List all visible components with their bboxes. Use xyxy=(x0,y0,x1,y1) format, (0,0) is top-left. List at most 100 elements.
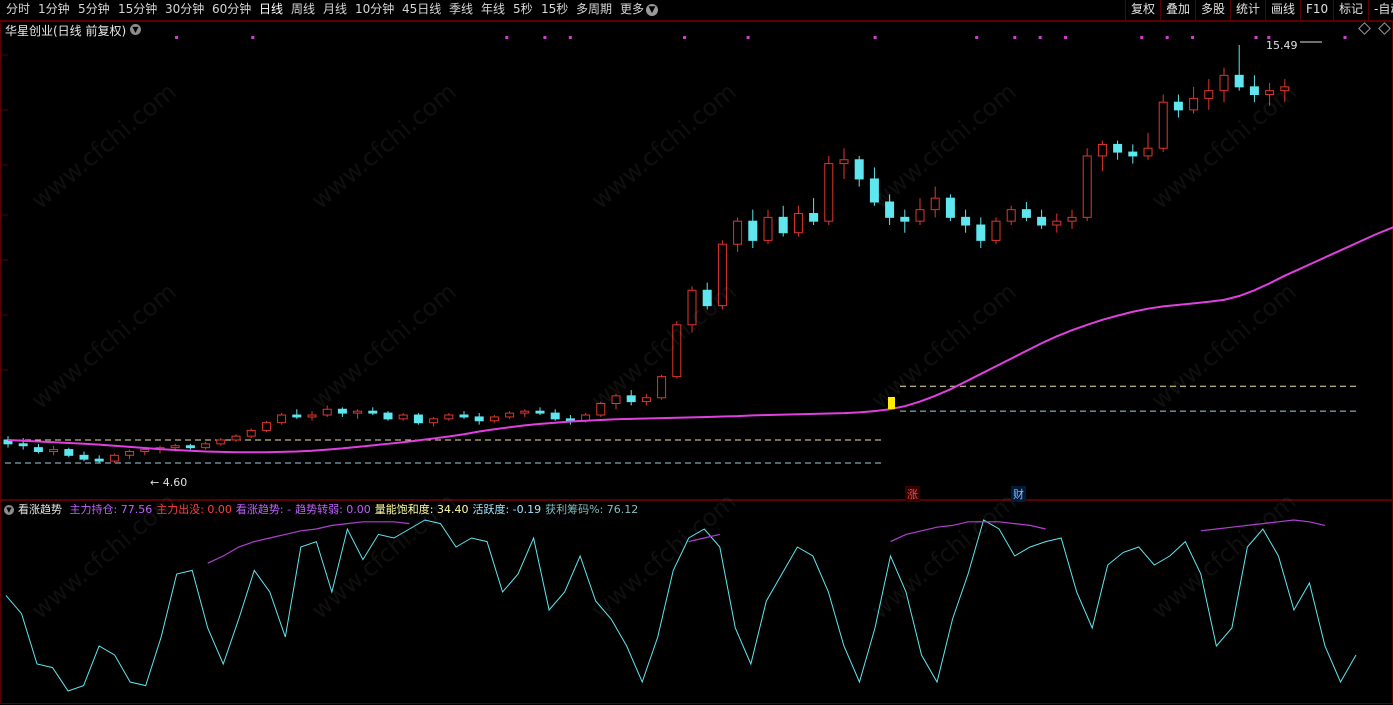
candle-body xyxy=(930,197,940,211)
signal-dot xyxy=(568,36,572,39)
indicator-value: 趋势转弱: 0.00 xyxy=(295,503,371,516)
signal-dot xyxy=(175,36,179,39)
candle-body xyxy=(778,216,788,234)
candle-body xyxy=(64,449,74,456)
candle-body xyxy=(520,410,530,414)
indicator-value: 看涨趋势: - xyxy=(235,503,292,516)
candle-body xyxy=(18,443,28,447)
candle-body xyxy=(824,163,834,222)
candle-body xyxy=(231,435,241,441)
signal-dot xyxy=(505,36,509,39)
watermark: www.cfchi.com xyxy=(1146,277,1302,414)
watermark: www.cfchi.com xyxy=(26,77,182,214)
signal-dot xyxy=(543,36,547,39)
candle-body xyxy=(216,439,226,445)
indicator-value: 主力持仓: 77.56 xyxy=(69,503,153,516)
indicator-menu-icon[interactable]: ▼ xyxy=(4,505,14,515)
candle-body xyxy=(109,454,119,462)
indicator-value: 获利筹码%: 76.12 xyxy=(545,503,639,516)
moving-average-line xyxy=(7,226,1393,454)
candle-body xyxy=(1204,90,1214,99)
candle-body xyxy=(550,412,560,420)
candle-body xyxy=(413,414,423,424)
candle-body xyxy=(170,445,180,449)
watermark: www.cfchi.com xyxy=(866,77,1022,214)
indicator-name: 看涨趋势 xyxy=(18,503,62,516)
candle-body xyxy=(657,376,667,399)
candle-body xyxy=(1113,143,1123,153)
candle-body xyxy=(976,224,986,241)
main-pane-border xyxy=(0,21,1393,500)
candle-body xyxy=(1173,101,1183,111)
candle-body xyxy=(368,410,378,414)
candle-body xyxy=(337,408,347,414)
candle-body xyxy=(398,414,408,420)
candle-body xyxy=(49,449,59,452)
candle-body xyxy=(763,216,773,241)
signal-dot xyxy=(1038,36,1042,39)
signal-dot xyxy=(251,36,255,39)
indicator-value: 量能饱和度: 34.40 xyxy=(374,503,469,516)
candle-body xyxy=(793,213,803,234)
candle-body xyxy=(383,412,393,420)
candle-body xyxy=(459,414,469,418)
candle-body xyxy=(1189,97,1199,111)
watermark: www.cfchi.com xyxy=(586,77,742,214)
event-label-cai[interactable]: 财 xyxy=(1011,486,1026,502)
indicator-bar: ▼ 看涨趋势 主力持仓: 77.56 主力出没: 0.00 看涨趋势: - 趋势转弱: … xyxy=(0,502,1393,518)
candle-body xyxy=(1097,143,1107,157)
watermark: www.cfchi.com xyxy=(866,277,1022,414)
candle-body xyxy=(1219,74,1229,92)
signal-dot xyxy=(1013,36,1017,39)
signal-dot xyxy=(1165,36,1169,39)
candle-body xyxy=(961,216,971,226)
low-price-label: ← 4.60 xyxy=(150,476,187,489)
candle-body xyxy=(489,416,499,422)
candle-body xyxy=(1037,216,1047,226)
candle-body xyxy=(1021,209,1031,218)
candle-body xyxy=(1158,101,1168,149)
candle-body xyxy=(505,412,515,418)
candle-body xyxy=(839,159,849,165)
watermark: www.cfchi.com xyxy=(306,77,462,214)
high-price-label: 15.49 xyxy=(1266,39,1298,52)
candle-body xyxy=(246,429,256,437)
candle-body xyxy=(1143,147,1153,157)
watermark: www.cfchi.com xyxy=(26,277,182,414)
candle-body xyxy=(1067,216,1077,222)
candle-body xyxy=(641,397,651,403)
signal-dot xyxy=(1140,36,1144,39)
candle-body xyxy=(140,449,150,452)
signal-dot xyxy=(1064,36,1068,39)
candle-body xyxy=(945,197,955,218)
candle-body xyxy=(79,454,89,460)
candle-body xyxy=(353,410,363,414)
indicator-value: 活跃度: -0.19 xyxy=(472,503,542,516)
candle-body xyxy=(201,443,211,449)
candle-body xyxy=(626,395,636,403)
candle-body xyxy=(33,447,43,452)
signal-dot xyxy=(683,36,687,39)
candle-body xyxy=(1234,74,1244,88)
candle-body xyxy=(261,422,271,431)
signal-dot xyxy=(1191,36,1195,39)
candle-body xyxy=(1082,155,1092,218)
candle-body xyxy=(748,220,758,241)
signal-dot xyxy=(1254,36,1258,39)
candle-body xyxy=(1249,86,1259,96)
signal-dot xyxy=(975,36,979,39)
candle-body xyxy=(1052,220,1062,226)
candle-body xyxy=(915,209,925,222)
candle-body xyxy=(277,414,287,424)
event-label-zhang[interactable]: 涨 xyxy=(905,486,920,502)
kline-chart[interactable]: 15.49 ← 4.60 www.cfchi.com www.cfchi.com www… xyxy=(0,0,1393,705)
candle-body xyxy=(125,450,135,456)
candle-body xyxy=(307,414,317,418)
indicator-value: 主力出没: 0.00 xyxy=(156,503,232,516)
candle-body xyxy=(444,414,454,420)
candle-body xyxy=(94,458,104,462)
signal-dot xyxy=(873,36,877,39)
candle-body xyxy=(429,418,439,424)
candle-body xyxy=(733,220,743,245)
candle-body xyxy=(474,416,484,422)
